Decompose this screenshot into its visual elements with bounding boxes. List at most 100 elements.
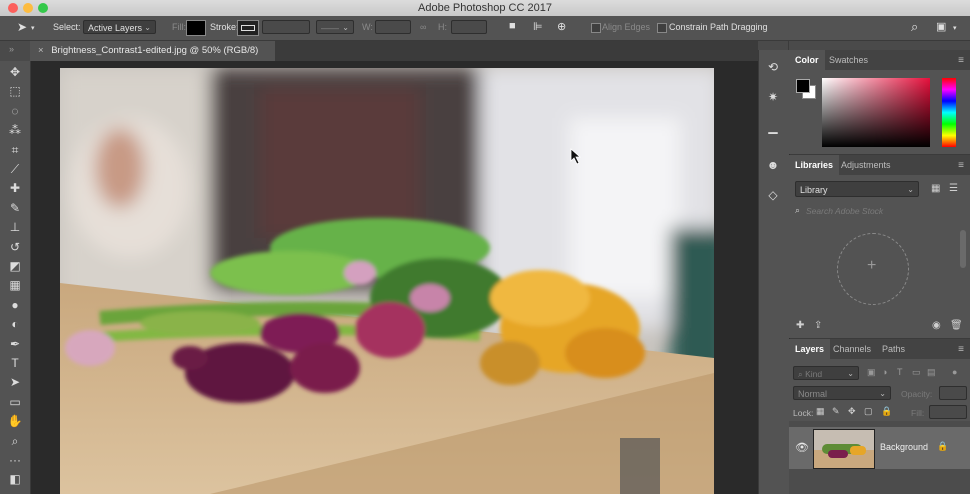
collapse-icon[interactable]: »: [9, 44, 14, 54]
stock-search-input[interactable]: Search Adobe Stock: [806, 206, 883, 216]
lock-all-icon[interactable]: 🔒: [881, 406, 892, 417]
constrain-path-checkbox[interactable]: [657, 23, 667, 33]
move-tool[interactable]: ✥: [6, 64, 24, 80]
tool-preset-dropdown-icon[interactable]: ▾: [31, 24, 35, 32]
stroke-width-field[interactable]: [262, 20, 310, 34]
layer-row[interactable]: 👁 Background 🔒: [789, 427, 970, 469]
library-dropdown-value: Library: [800, 185, 828, 195]
history-icon[interactable]: ⟲: [764, 59, 782, 75]
color-field[interactable]: [822, 78, 930, 147]
more-tools[interactable]: ···: [6, 452, 24, 468]
paths-icon[interactable]: ◇: [764, 187, 782, 203]
path-selection-tool-icon[interactable]: ➤: [17, 20, 27, 34]
eyedropper-tool[interactable]: ⟋: [6, 161, 24, 177]
stroke-swatch[interactable]: [237, 20, 259, 36]
layer-filter-kind-dropdown[interactable]: ⌕ Kind ⌄: [793, 366, 859, 380]
filter-shape-icon[interactable]: ▭: [912, 367, 921, 378]
tab-libraries[interactable]: Libraries: [789, 155, 840, 175]
tab-swatches[interactable]: Swatches: [823, 50, 874, 70]
dodge-tool[interactable]: ◐: [6, 316, 24, 332]
filter-smart-object-icon[interactable]: ▤: [927, 367, 936, 378]
library-dropdown[interactable]: Library ⌄: [795, 181, 919, 197]
trash-icon[interactable]: 🗑: [950, 320, 963, 331]
color-panel: Color Swatches ≡: [789, 50, 970, 154]
list-view-icon[interactable]: ☰: [949, 183, 958, 194]
layers-panel: Layers Channels Paths ≡ ⌕ Kind ⌄ ▣ ◑ T ▭…: [789, 339, 970, 494]
tab-layers[interactable]: Layers: [789, 339, 831, 359]
tab-color[interactable]: Color: [789, 50, 825, 70]
tab-paths[interactable]: Paths: [876, 339, 911, 359]
panels-header: [789, 41, 970, 50]
panel-menu-icon[interactable]: ≡: [958, 55, 964, 66]
layers-panel-tabs: Layers Channels Paths ≡: [789, 339, 970, 359]
lock-pixels-icon[interactable]: ✎: [832, 406, 840, 417]
fill-swatch[interactable]: [186, 20, 206, 36]
tab-adjustments[interactable]: Adjustments: [835, 155, 897, 175]
fill-field[interactable]: [929, 405, 967, 419]
upload-icon[interactable]: ⇪: [814, 320, 822, 331]
gradient-tool[interactable]: ▦: [6, 277, 24, 293]
crop-tool[interactable]: ⌗: [6, 142, 24, 158]
grid-view-icon[interactable]: ▦: [931, 183, 940, 194]
rectangle-tool[interactable]: ▭: [6, 394, 24, 410]
stroke-type-dropdown[interactable]: —— ⌄: [316, 20, 354, 34]
scrollbar[interactable]: [960, 230, 966, 268]
healing-tool[interactable]: ✚: [6, 180, 24, 196]
minimize-window-button[interactable]: [23, 3, 33, 13]
add-content-icon[interactable]: ✚: [796, 320, 804, 331]
eye-icon[interactable]: 👁: [795, 441, 809, 454]
document-tab[interactable]: × Brightness_Contrast1-edited.jpg @ 50% …: [30, 41, 275, 61]
tab-channels[interactable]: Channels: [827, 339, 877, 359]
tools-panel-header: »: [0, 41, 30, 61]
panel-menu-icon[interactable]: ≡: [958, 344, 964, 355]
filter-adjustment-icon[interactable]: ◑: [882, 367, 887, 377]
workspace-icon[interactable]: ▣: [936, 20, 946, 33]
lock-artboard-icon[interactable]: ▢: [864, 406, 873, 417]
eraser-tool[interactable]: ◩: [6, 258, 24, 274]
lasso-tool[interactable]: ◌: [6, 103, 24, 119]
hue-slider[interactable]: [942, 78, 956, 147]
people-icon[interactable]: ☻: [764, 157, 782, 173]
brush-tool[interactable]: ✎: [6, 200, 24, 216]
document-title: Brightness_Contrast1-edited.jpg @ 50% (R…: [51, 45, 259, 56]
lock-position-icon[interactable]: ✥: [848, 406, 856, 417]
filter-pixel-icon[interactable]: ▣: [867, 367, 876, 378]
width-field[interactable]: [375, 20, 411, 34]
zoom-window-button[interactable]: [38, 3, 48, 13]
workspace-dropdown-icon[interactable]: ▾: [953, 24, 957, 32]
path-select-tool[interactable]: ➤: [6, 374, 24, 390]
height-field[interactable]: [451, 20, 487, 34]
search-icon[interactable]: ⌕: [911, 19, 918, 35]
history-brush-tool[interactable]: ↺: [6, 239, 24, 255]
foreground-color-swatch[interactable]: [796, 79, 810, 93]
zoom-tool[interactable]: ⌕: [6, 433, 24, 449]
path-operations-icon[interactable]: ■: [509, 20, 516, 32]
blur-tool[interactable]: ●: [6, 297, 24, 313]
marquee-tool[interactable]: ⬚: [6, 83, 24, 99]
clone-stamp-tool[interactable]: ⊥: [6, 219, 24, 235]
levels-icon[interactable]: ▁: [764, 119, 782, 135]
close-tab-icon[interactable]: ×: [38, 45, 44, 56]
close-window-button[interactable]: [8, 3, 18, 13]
adjust-icon[interactable]: ✷: [764, 89, 782, 105]
path-arrangement-icon[interactable]: ⊕: [557, 20, 566, 33]
blend-mode-dropdown[interactable]: Normal ⌄: [793, 386, 891, 400]
hand-tool[interactable]: ✋: [6, 413, 24, 429]
opacity-field[interactable]: [939, 386, 967, 400]
filter-type-icon[interactable]: T: [897, 367, 903, 377]
document-image[interactable]: [60, 68, 714, 494]
align-edges-checkbox[interactable]: [591, 23, 601, 33]
path-alignment-icon[interactable]: ⊫: [533, 20, 543, 33]
pen-tool[interactable]: ✒: [6, 336, 24, 352]
panel-menu-icon[interactable]: ≡: [958, 160, 964, 171]
lock-label: Lock:: [793, 408, 814, 418]
add-content-drop-zone[interactable]: +: [837, 233, 909, 305]
sync-status-icon[interactable]: ◉: [932, 320, 941, 331]
color-swatch[interactable]: ◧: [6, 471, 24, 487]
lock-transparent-icon[interactable]: ▦: [816, 406, 825, 417]
quick-select-tool[interactable]: ⁂: [6, 122, 24, 138]
link-icon[interactable]: ∞: [420, 22, 426, 32]
filter-toggle-icon[interactable]: ●: [952, 367, 957, 377]
select-layers-dropdown[interactable]: Active Layers ⌄: [83, 20, 156, 34]
type-tool[interactable]: T: [6, 355, 24, 371]
